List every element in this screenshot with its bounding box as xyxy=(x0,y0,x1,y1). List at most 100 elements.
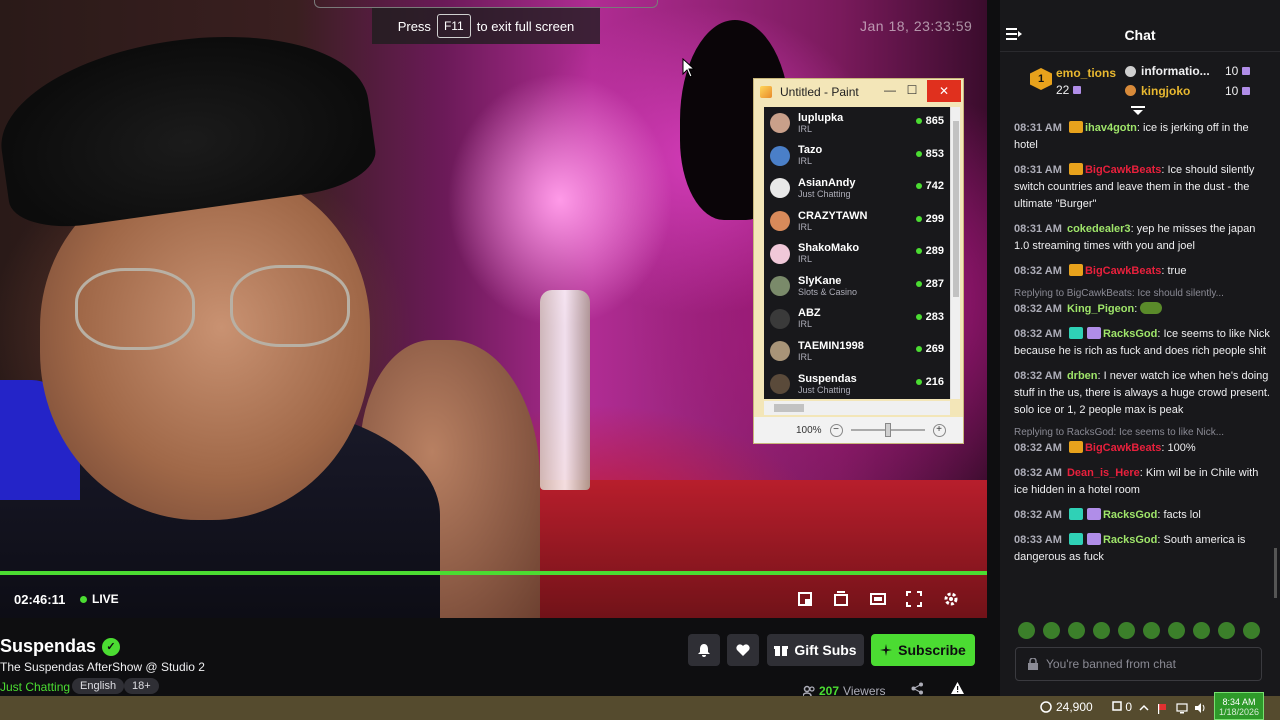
leaderboard-third-name[interactable]: kingjoko xyxy=(1141,84,1190,98)
stream-list-row: Tazo IRL 853 xyxy=(764,140,950,173)
zoom-slider[interactable] xyxy=(850,423,925,437)
zoom-slider-knob[interactable] xyxy=(884,423,891,437)
expand-leaderboard-icon[interactable] xyxy=(1131,106,1145,116)
emote-icon[interactable] xyxy=(1068,622,1085,639)
collapse-chat-icon[interactable] xyxy=(1006,27,1022,45)
chat-message: 08:32 AM BigCawkBeats: true xyxy=(1014,264,1187,277)
zoom-in-button[interactable]: + xyxy=(932,423,946,437)
message-username[interactable]: RacksGod xyxy=(1103,534,1157,546)
live-dot-icon xyxy=(915,346,922,353)
stream-list-text: Suspendas Just Chatting xyxy=(798,373,857,396)
stream-list-viewers: 289 xyxy=(915,245,944,257)
streamer-avatar xyxy=(770,113,790,134)
close-button[interactable]: ✕ xyxy=(927,80,961,102)
scroll-thumb[interactable] xyxy=(774,404,804,412)
leaderboard-first-name[interactable]: emo_tions xyxy=(1056,66,1116,80)
zoom-out-button[interactable]: − xyxy=(829,423,843,437)
message-username[interactable]: Dean_is_Here xyxy=(1067,467,1140,479)
emote-icon[interactable] xyxy=(1193,622,1210,639)
vertical-scrollbar[interactable] xyxy=(950,107,960,399)
gift-leaderboard[interactable]: 1 emo_tions 22 informatio... 10 kingjoko… xyxy=(1000,58,1280,116)
message-username[interactable]: drben xyxy=(1067,370,1098,382)
emote-icon[interactable] xyxy=(1093,622,1110,639)
fullscreen-button[interactable] xyxy=(903,588,925,610)
fullscreen-hint-key: F11 xyxy=(436,14,471,38)
stream-list-text: ShakoMako IRL xyxy=(798,242,859,265)
stream-list-name: SlyKane xyxy=(798,274,842,287)
message-time: 08:32 AM xyxy=(1014,303,1062,315)
maximize-button[interactable]: ☐ xyxy=(900,79,924,101)
tag-mature[interactable]: 18+ xyxy=(124,678,159,694)
flag-icon[interactable] xyxy=(1156,701,1168,714)
emote-icon[interactable] xyxy=(1243,622,1260,639)
subscribe-button[interactable]: Subscribe xyxy=(871,634,975,666)
stream-list-viewer-count: 216 xyxy=(925,375,944,388)
emote-icon[interactable] xyxy=(1043,622,1060,639)
theatre-mode-button[interactable] xyxy=(830,588,852,610)
stream-list-category: Slots & Casino xyxy=(798,286,858,297)
follow-button[interactable] xyxy=(727,634,759,666)
stream-list-text: ABZ IRL xyxy=(798,307,821,330)
badge-icon xyxy=(1068,327,1083,339)
emote-icon[interactable] xyxy=(1218,622,1235,639)
paint-titlebar[interactable]: Untitled - Paint — ☐ ✕ xyxy=(754,79,963,105)
badge-icon xyxy=(1068,508,1083,520)
report-button[interactable] xyxy=(951,682,964,697)
emote-icon[interactable] xyxy=(1118,622,1135,639)
stream-list-category: IRL xyxy=(798,351,813,362)
minimize-button[interactable]: — xyxy=(878,79,902,101)
chevron-up-icon[interactable] xyxy=(1138,701,1150,713)
reply-reference[interactable]: Replying to BigCawkBeats: Ice should sil… xyxy=(1014,288,1272,299)
share-icon xyxy=(911,682,923,695)
message-username[interactable]: BigCawkBeats xyxy=(1085,164,1161,176)
reply-reference[interactable]: Replying to RacksGod: Ice seems to like … xyxy=(1014,427,1272,438)
emote-icon[interactable] xyxy=(1143,622,1160,639)
message-username[interactable]: RacksGod xyxy=(1103,328,1157,340)
network-icon[interactable] xyxy=(1176,701,1188,714)
mini-player-button[interactable] xyxy=(867,588,889,610)
streamer-name[interactable]: Suspendas ✓ xyxy=(0,636,121,657)
scroll-thumb[interactable] xyxy=(953,121,959,297)
message-text: 100% xyxy=(1167,442,1196,454)
message-username[interactable]: cokedealer3 xyxy=(1067,223,1131,235)
paint-app-icon xyxy=(760,86,772,98)
fullscreen-hint-text: to exit full screen xyxy=(476,18,575,34)
stream-list-viewers: 299 xyxy=(915,213,944,225)
fullscreen-hint-press: Press xyxy=(397,18,431,34)
horizontal-scrollbar[interactable] xyxy=(764,401,950,415)
leaderboard-second-name[interactable]: informatio... xyxy=(1141,64,1210,78)
lock-icon xyxy=(1028,658,1038,670)
stream-list-viewers: 742 xyxy=(915,180,944,192)
paint-window[interactable]: Untitled - Paint — ☐ ✕ luplupka IRL 865 Taz… xyxy=(753,78,964,444)
badge-icon xyxy=(1068,264,1083,276)
message-username[interactable]: RacksGod xyxy=(1103,509,1157,521)
bell-icon xyxy=(698,644,710,657)
channel-points-value: 24,900 xyxy=(1056,700,1093,714)
message-username[interactable]: BigCawkBeats xyxy=(1085,265,1161,277)
live-dot-icon xyxy=(915,280,922,287)
system-clock[interactable]: 8:34 AM 1/18/2026 xyxy=(1214,692,1264,720)
notification-button[interactable] xyxy=(688,634,720,666)
streamer-avatar xyxy=(770,341,790,362)
emote-icon[interactable] xyxy=(1168,622,1185,639)
settings-button[interactable] xyxy=(940,588,962,610)
message-username[interactable]: BigCawkBeats xyxy=(1085,442,1161,454)
message-username[interactable]: King_Pigeon xyxy=(1067,303,1134,315)
chat-messages: 08:31 AM ihav4gotn: ice is jerking off i… xyxy=(1014,120,1272,574)
message-username[interactable]: ihav4gotn xyxy=(1085,122,1137,134)
secondary-points: 0 xyxy=(1112,700,1132,714)
channel-points[interactable]: 24,900 xyxy=(1040,700,1093,714)
stream-list-viewers: 287 xyxy=(915,278,944,290)
paint-canvas[interactable]: luplupka IRL 865 Tazo IRL 853 AsianAndy Just Ch… xyxy=(764,107,960,399)
chat-input[interactable]: You're banned from chat xyxy=(1015,647,1262,681)
progress-bar[interactable] xyxy=(0,571,987,575)
volume-icon[interactable] xyxy=(1194,701,1206,713)
tag-language[interactable]: English xyxy=(72,678,125,694)
stream-list-viewer-count: 865 xyxy=(925,115,944,127)
chat-scrollbar[interactable] xyxy=(1274,548,1277,598)
gift-subs-button[interactable]: Gift Subs xyxy=(767,634,864,666)
emote-icon[interactable] xyxy=(1018,622,1035,639)
clip-button[interactable] xyxy=(794,588,816,610)
stream-category[interactable]: Just Chatting xyxy=(0,680,70,694)
live-dot-icon xyxy=(915,313,922,320)
